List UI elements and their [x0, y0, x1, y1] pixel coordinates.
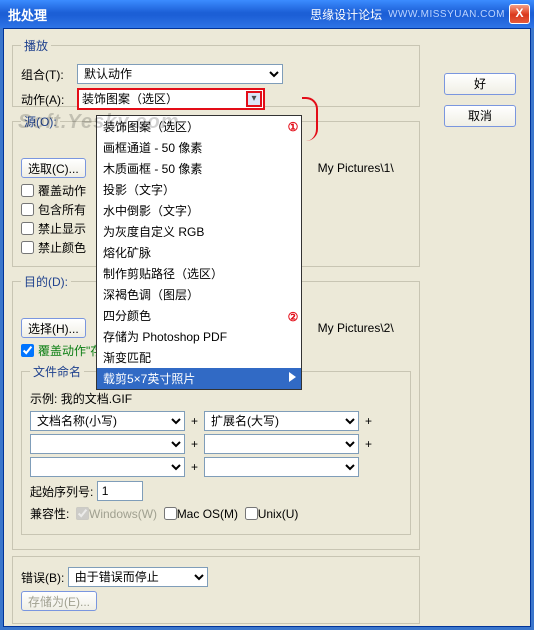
naming-legend: 文件命名 [30, 363, 84, 380]
name-part-3[interactable] [30, 434, 185, 454]
action-dropdown-list[interactable]: 装饰图案（选区） 画框通道 - 50 像素 木质画框 - 50 像素 投影（文字… [96, 115, 302, 390]
source-path: My Pictures\1\ [318, 161, 394, 175]
dialog-body: 好 取消 播放 组合(T): 默认动作 动作(A): 装饰图案（选区） ▾ 装饰… [3, 28, 531, 627]
dest-path: My Pictures\2\ [318, 321, 394, 335]
combo-select[interactable]: 默认动作 [77, 64, 283, 84]
chk-override-action[interactable] [21, 184, 34, 197]
error-fieldset: 错误(B): 由于错误而停止 存储为(E)... [12, 556, 420, 624]
annotation-arc-1 [302, 97, 318, 141]
option-3[interactable]: 投影（文字） [97, 179, 301, 200]
chk-compat-win [76, 507, 89, 520]
save-as-button: 存储为(E)... [21, 591, 97, 611]
example-label: 示例: [30, 390, 57, 407]
brand-url: WWW.MISSYUAN.COM [388, 9, 505, 20]
source-browse-button[interactable]: 选取(C)... [21, 158, 86, 178]
dest-legend: 目的(D): [21, 273, 71, 290]
brand-text: 思缘设计论坛 [310, 6, 382, 23]
name-part-2[interactable]: 扩展名(大写) [204, 411, 359, 431]
action-dropdown-button[interactable]: ▾ [246, 91, 262, 107]
option-1[interactable]: 画框通道 - 50 像素 [97, 137, 301, 158]
chk-compat-unix[interactable] [245, 507, 258, 520]
dest-browse-button[interactable]: 选择(H)... [21, 318, 86, 338]
option-12[interactable]: 载剪5×7英寸照片 [97, 368, 301, 389]
chk-suppress-display[interactable] [21, 222, 34, 235]
option-9[interactable]: 四分颜色 [97, 305, 301, 326]
play-legend: 播放 [21, 37, 51, 54]
start-label: 起始序列号: [30, 483, 93, 500]
error-select[interactable]: 由于错误而停止 [68, 567, 208, 587]
annotation-1: ① [284, 119, 302, 137]
cancel-button[interactable]: 取消 [444, 105, 516, 127]
action-select[interactable]: 装饰图案（选区） [77, 88, 265, 110]
chk-suppress-color[interactable] [21, 241, 34, 254]
chk-compat-mac[interactable] [164, 507, 177, 520]
name-part-1[interactable]: 文档名称(小写) [30, 411, 185, 431]
combo-label: 组合(T): [21, 66, 77, 83]
option-10[interactable]: 存储为 Photoshop PDF [97, 326, 301, 347]
window-title: 批处理 [8, 5, 310, 24]
ok-button[interactable]: 好 [444, 73, 516, 95]
name-part-4[interactable] [204, 434, 359, 454]
compat-label: 兼容性: [30, 505, 69, 522]
option-6[interactable]: 熔化矿脉 [97, 242, 301, 263]
option-4[interactable]: 水中倒影（文字） [97, 200, 301, 221]
start-serial-input[interactable] [97, 481, 143, 501]
option-5[interactable]: 为灰度自定义 RGB [97, 221, 301, 242]
option-8[interactable]: 深褐色调（图层） [97, 284, 301, 305]
option-0[interactable]: 装饰图案（选区） [97, 116, 301, 137]
title-bar: 批处理 思缘设计论坛 WWW.MISSYUAN.COM X [0, 0, 534, 28]
option-7[interactable]: 制作剪贴路径（选区） [97, 263, 301, 284]
chk-include-all[interactable] [21, 203, 34, 216]
chk-override-saveas[interactable] [21, 344, 34, 357]
option-11[interactable]: 渐变匹配 [97, 347, 301, 368]
name-part-5[interactable] [30, 457, 185, 477]
source-legend: 源(O): [21, 113, 60, 130]
error-label: 错误(B): [21, 569, 64, 586]
play-fieldset: 播放 组合(T): 默认动作 动作(A): 装饰图案（选区） ▾ [12, 37, 420, 107]
close-button[interactable]: X [509, 4, 530, 24]
option-2[interactable]: 木质画框 - 50 像素 [97, 158, 301, 179]
name-part-6[interactable] [204, 457, 359, 477]
action-label: 动作(A): [21, 91, 77, 108]
example-value: 我的文档.GIF [61, 390, 132, 407]
annotation-2: ② [284, 309, 302, 327]
